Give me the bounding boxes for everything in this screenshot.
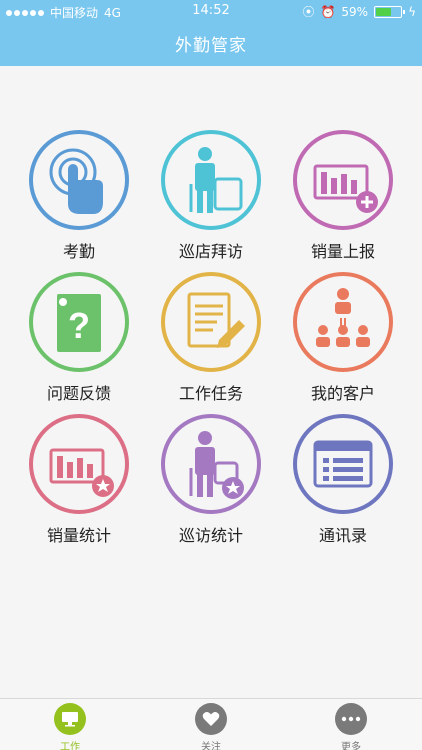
tile-attendance[interactable]: 考勤	[14, 130, 144, 262]
sales-report-icon	[313, 164, 378, 213]
tab-label: 更多	[341, 742, 361, 750]
sales-stats-icon	[49, 448, 114, 497]
tile-label: 通讯录	[318, 526, 367, 545]
tile-label: 我的客户	[310, 384, 375, 403]
monitor-icon	[54, 703, 86, 735]
page-title: 外勤管家	[175, 36, 247, 56]
tab-follow[interactable]: 关注	[181, 703, 241, 750]
tile-sales-stats[interactable]: 销量统计	[14, 414, 144, 546]
tab-more[interactable]: 更多	[321, 703, 381, 750]
tile-label: 问题反馈	[46, 384, 111, 403]
more-icon	[335, 703, 367, 735]
tile-label: 巡访统计	[178, 526, 243, 545]
tile-contacts[interactable]: 通讯录	[278, 414, 408, 546]
tab-label: 关注	[201, 742, 221, 750]
touch-icon	[49, 148, 103, 214]
tile-label: 考勤	[62, 242, 95, 261]
battery-percent: 59%	[341, 4, 369, 19]
svg-text:?: ?	[68, 305, 90, 346]
task-icon	[187, 292, 245, 348]
tile-my-customers[interactable]: 我的客户	[278, 272, 408, 404]
rotation-lock-icon: ⦿	[302, 5, 315, 19]
tab-label: 工作	[60, 742, 80, 750]
customers-icon	[316, 288, 370, 347]
question-icon: ?	[57, 294, 101, 352]
charging-icon: ϟ	[408, 4, 416, 19]
tab-work[interactable]: 工作	[40, 703, 100, 750]
battery-icon	[374, 5, 406, 18]
tile-label: 销量上报	[310, 242, 375, 261]
contacts-icon	[313, 440, 373, 488]
tile-sales-report[interactable]: 销量上报	[278, 130, 408, 262]
alarm-icon: ⏰	[320, 4, 336, 19]
top-bar: 中国移动 4G 14:52 ⦿ ⏰ 59% ϟ 外勤管家	[0, 0, 422, 66]
heart-icon	[195, 703, 227, 735]
tile-label: 巡店拜访	[178, 242, 243, 261]
status-bar: 中国移动 4G 14:52 ⦿ ⏰ 59% ϟ	[0, 0, 422, 22]
tile-label: 销量统计	[46, 526, 111, 545]
visit-icon	[189, 147, 243, 213]
tile-label: 工作任务	[178, 384, 243, 403]
tile-work-task[interactable]: 工作任务	[146, 272, 276, 404]
visit-stats-icon	[189, 431, 244, 499]
tile-feedback[interactable]: ? 问题反馈	[14, 272, 144, 404]
tile-store-visit[interactable]: 巡店拜访	[146, 130, 276, 262]
tile-visit-stats[interactable]: 巡访统计	[146, 414, 276, 546]
tab-bar: 工作 关注 更多	[0, 698, 422, 750]
